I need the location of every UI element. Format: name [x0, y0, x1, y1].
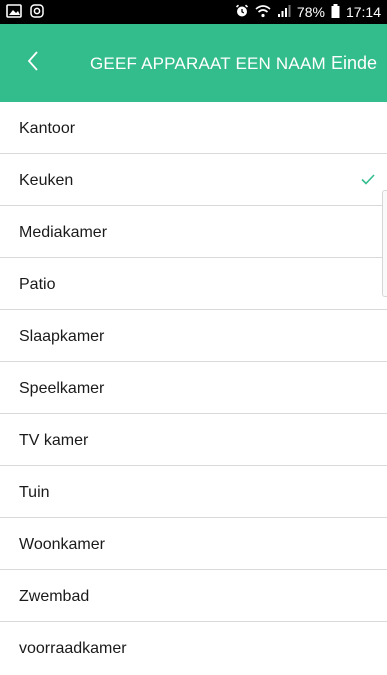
alarm-icon [235, 4, 249, 21]
chevron-left-icon [27, 50, 39, 76]
list-item[interactable]: Tuin [0, 466, 387, 518]
list-item-label: Speelkamer [19, 380, 105, 397]
battery-icon [331, 3, 340, 21]
status-left-icons [6, 4, 44, 23]
list-item[interactable]: Mediakamer [0, 206, 387, 258]
list-item-selected[interactable]: Keuken [0, 154, 387, 206]
list-item-label: Tuin [19, 484, 50, 501]
list-item[interactable]: voorraadkamer [0, 622, 387, 674]
list-item[interactable]: Kantoor [0, 102, 387, 154]
room-name-list: Kantoor Keuken Mediakamer Patio Slaapkam… [0, 102, 387, 675]
list-item-label: Patio [19, 276, 56, 293]
list-item-label: Keuken [19, 172, 74, 189]
checkmark-icon [361, 172, 375, 190]
status-bar: 78% 17:14 [0, 0, 387, 24]
list-item[interactable]: Slaapkamer [0, 310, 387, 362]
back-button[interactable] [20, 50, 46, 76]
status-right: 78% 17:14 [235, 0, 381, 24]
list-item[interactable]: Woonkamer [0, 518, 387, 570]
wifi-icon [255, 4, 271, 21]
instagram-icon [30, 4, 44, 23]
battery-percent: 78% [296, 4, 325, 20]
signal-icon [277, 4, 291, 21]
list-item[interactable]: Patio [0, 258, 387, 310]
list-item[interactable]: Speelkamer [0, 362, 387, 414]
list-item-label: Mediakamer [19, 224, 108, 241]
app-header: GEEF APPARAAT EEN NAAM Einde [0, 24, 387, 102]
scrollbar[interactable] [382, 190, 387, 297]
page-title: GEEF APPARAAT EEN NAAM [90, 54, 326, 73]
list-item-label: Slaapkamer [19, 328, 105, 345]
gallery-icon [6, 4, 22, 23]
clock: 17:14 [345, 4, 381, 20]
list-item-label: Kantoor [19, 120, 76, 137]
list-item[interactable]: TV kamer [0, 414, 387, 466]
list-item-label: Woonkamer [19, 536, 105, 553]
done-button[interactable]: Einde [331, 53, 377, 74]
list-item-label: voorraadkamer [19, 640, 127, 657]
list-item[interactable]: Zwembad [0, 570, 387, 622]
list-item-label: TV kamer [19, 432, 89, 449]
list-item-label: Zwembad [19, 588, 90, 605]
